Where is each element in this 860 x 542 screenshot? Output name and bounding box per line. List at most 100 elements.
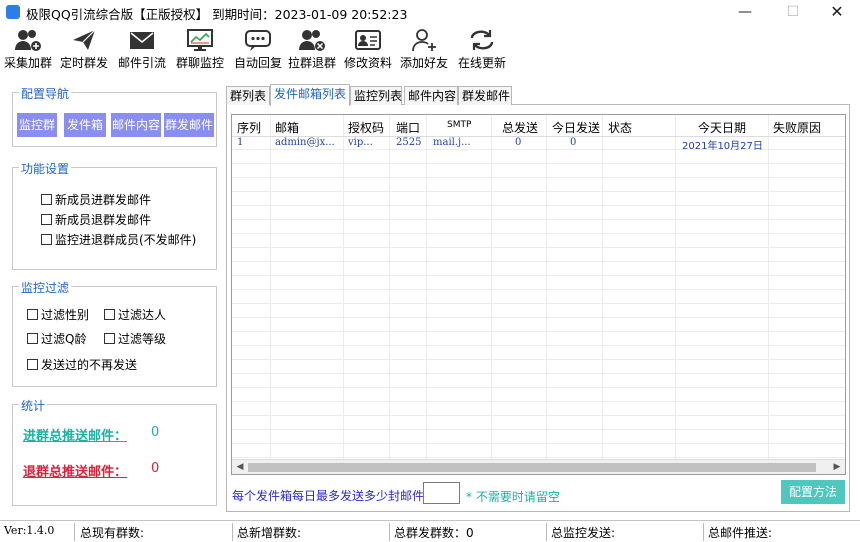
column-header[interactable]: 今日发送 — [552, 119, 600, 136]
daily-limit-input[interactable] — [423, 482, 460, 504]
checkbox-skip-already-sent[interactable]: 发送过的不再发送 — [27, 356, 137, 373]
scroll-right-arrow-icon[interactable]: ▶ — [830, 461, 844, 474]
checkbox-box[interactable] — [104, 333, 115, 344]
column-header[interactable]: 失败原因 — [773, 119, 821, 136]
empty-row — [232, 375, 845, 388]
new-groups-text: 总新增群数: — [237, 526, 302, 540]
statistics-panel: 统计 进群总推送邮件： 0 退群总推送邮件： 0 — [12, 397, 217, 506]
nav-outbox-button[interactable]: 发件箱 — [64, 113, 106, 137]
config-nav-legend: 配置导航 — [19, 85, 72, 102]
toolbar-online-update-button[interactable]: 在线更新 — [458, 28, 506, 74]
checkbox-box[interactable] — [104, 309, 115, 320]
checkbox-box[interactable] — [27, 309, 38, 320]
checkbox-box[interactable] — [41, 234, 52, 245]
column-header[interactable]: 状态 — [608, 119, 632, 136]
close-button[interactable]: ✕ — [814, 0, 860, 24]
feature-settings-panel: 功能设置 新成员进群发邮件 新成员退群发邮件 监控进退群成员(不发邮件) — [12, 160, 217, 270]
checkbox-box[interactable] — [27, 359, 38, 370]
empty-row — [232, 179, 845, 192]
nav-monitor-group-button[interactable]: 监控群 — [17, 113, 57, 137]
scroll-left-arrow-icon[interactable]: ◀ — [233, 461, 247, 474]
horizontal-scrollbar[interactable]: ◀ ▶ — [232, 459, 845, 474]
checkbox-label: 过滤Q龄 — [41, 332, 87, 346]
nav-mail-content-button[interactable]: 邮件内容 — [111, 113, 161, 137]
checkbox-box[interactable] — [41, 194, 52, 205]
monitor-filter-panel: 监控过滤 过滤性别 过滤达人 过滤Q龄 过滤等级 发送过的不再发送 — [12, 279, 217, 387]
maximize-button[interactable]: ☐ — [770, 0, 816, 24]
empty-row — [232, 445, 845, 458]
toolbar-label: 定时群发 — [60, 56, 109, 70]
toolbar-label: 群聊监控 — [176, 56, 225, 70]
toolbar-add-friend-button[interactable]: 添加好友 — [400, 28, 448, 74]
toolbar-label: 在线更新 — [458, 56, 507, 70]
toolbar-auto-reply-button[interactable]: 自动回复 — [234, 28, 282, 74]
empty-row — [232, 361, 845, 374]
daily-limit-hint: * 不需要时请留空 — [466, 490, 560, 504]
toolbar-label: 修改资料 — [344, 56, 393, 70]
checkbox-filter-talent[interactable]: 过滤达人 — [104, 306, 166, 323]
title-bar: 极限QQ引流综合版【正版授权】 到期时间：2023-01-09 20:52:23… — [0, 0, 860, 24]
profile-card-icon — [355, 30, 381, 50]
mail-icon — [130, 32, 154, 49]
daily-limit-question: 每个发件箱每日最多发送多少封邮件? — [232, 489, 431, 503]
config-method-button[interactable]: 配置方法 — [781, 480, 845, 504]
add-friend-icon — [412, 29, 436, 52]
nav-mass-mail-button[interactable]: 群发邮件 — [164, 113, 214, 137]
scrollbar-thumb[interactable] — [248, 463, 816, 472]
column-header[interactable]: 端口 — [396, 119, 420, 136]
column-header[interactable]: 总发送 — [502, 119, 538, 136]
cell-smtp: mail.j... — [433, 137, 471, 148]
toolbar-pull-exit-group-button[interactable]: 拉群退群 — [288, 28, 336, 74]
checkbox-label: 监控进退群成员(不发邮件) — [55, 233, 197, 247]
monitor-filter-legend: 监控过滤 — [19, 279, 72, 296]
toolbar-label: 拉群退群 — [288, 56, 337, 70]
minimize-button[interactable]: — — [722, 0, 768, 24]
checkbox-new-member-leave-mail[interactable]: 新成员退群发邮件 — [41, 211, 151, 228]
toolbar-group-monitor-button[interactable]: 群聊监控 — [176, 28, 224, 74]
cell-port: 2525 — [396, 137, 422, 148]
empty-row — [232, 431, 845, 444]
toolbar-mail-drainage-button[interactable]: 邮件引流 — [118, 28, 166, 74]
checkbox-filter-gender[interactable]: 过滤性别 — [27, 306, 89, 323]
empty-row — [232, 417, 845, 430]
cell-email: admin@jx... — [275, 137, 335, 148]
join-mail-total-value: 0 — [151, 425, 160, 440]
column-header[interactable]: 今天日期 — [698, 119, 746, 136]
table-header: 序列 邮箱 授权码 端口 SMTP 总发送 今日发送 状态 今天日期 失败原因 — [232, 115, 845, 137]
cell-index: 1 — [237, 137, 244, 148]
tab-sender-mailbox-list[interactable]: 发件邮箱列表 — [270, 84, 350, 106]
toolbar-label: 邮件引流 — [118, 56, 167, 70]
column-header[interactable]: 邮箱 — [275, 119, 299, 136]
tab-mass-mail[interactable]: 群发邮件 — [458, 86, 512, 105]
tab-group-list[interactable]: 群列表 — [226, 86, 270, 105]
checkbox-box[interactable] — [41, 214, 52, 225]
checkbox-filter-level[interactable]: 过滤等级 — [104, 330, 166, 347]
toolbar-scheduled-send-button[interactable]: 定时群发 — [60, 28, 108, 74]
empty-row — [232, 249, 845, 262]
column-header[interactable]: 序列 — [237, 119, 261, 136]
join-mail-total-label: 进群总推送邮件： — [23, 429, 128, 444]
tab-monitor-list[interactable]: 监控列表 — [350, 86, 402, 105]
table-row[interactable]: 1 admin@jx... vip... 2525 mail.j... 0 0 … — [232, 137, 845, 152]
status-divider — [389, 523, 390, 541]
checkbox-label: 新成员进群发邮件 — [55, 193, 152, 207]
empty-row — [232, 305, 845, 318]
feature-settings-legend: 功能设置 — [19, 160, 72, 177]
checkbox-filter-q-age[interactable]: 过滤Q龄 — [27, 330, 86, 347]
tab-mail-content[interactable]: 邮件内容 — [404, 86, 458, 105]
mail-push-text: 总邮件推送: — [708, 526, 773, 540]
checkbox-monitor-members-only[interactable]: 监控进退群成员(不发邮件) — [41, 231, 196, 248]
empty-row — [232, 263, 845, 276]
checkbox-new-member-join-mail[interactable]: 新成员进群发邮件 — [41, 191, 151, 208]
toolbar-edit-profile-button[interactable]: 修改资料 — [344, 28, 392, 74]
refresh-icon — [470, 30, 494, 50]
empty-row — [232, 389, 845, 402]
empty-row — [232, 221, 845, 234]
empty-row — [232, 291, 845, 304]
window-title: 极限QQ引流综合版【正版授权】 到期时间：2023-01-09 20:52:23 — [26, 7, 408, 22]
checkbox-box[interactable] — [27, 333, 38, 344]
toolbar-collect-join-button[interactable]: 采集加群 — [4, 28, 52, 74]
column-header[interactable]: 授权码 — [348, 119, 384, 136]
status-divider — [232, 523, 233, 541]
column-header[interactable]: SMTP — [447, 120, 471, 130]
